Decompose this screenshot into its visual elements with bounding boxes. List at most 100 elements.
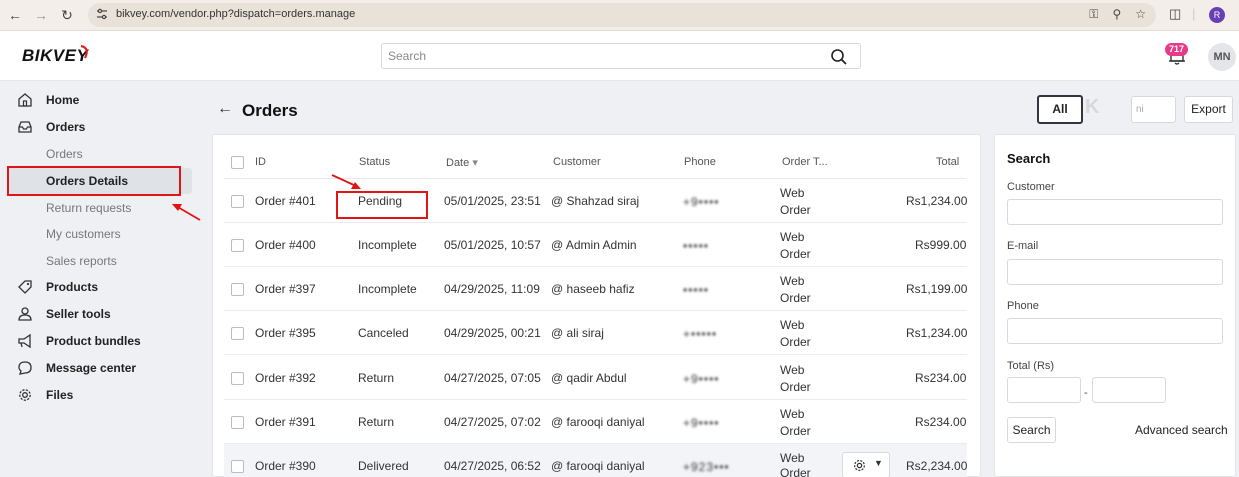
search-icon[interactable] [830, 48, 848, 66]
filter-search-button[interactable]: Search [1007, 417, 1056, 443]
row-checkbox[interactable] [231, 239, 244, 252]
row-checkbox[interactable] [231, 416, 244, 429]
phone-label: Phone [1007, 300, 1039, 312]
export-button[interactable]: Export [1184, 96, 1233, 123]
gear-icon [19, 389, 31, 401]
sidebar-sub-orders[interactable]: Orders [8, 141, 192, 167]
sidebar-sub-my-customers[interactable]: My customers [8, 221, 192, 247]
order-type-line1: Web [780, 274, 805, 288]
order-type-line1: Web [780, 318, 805, 332]
sidebar-item-product-bundles[interactable]: Product bundles [8, 328, 192, 354]
bookmark-star-icon[interactable]: ☆ [1135, 7, 1146, 22]
forward-icon[interactable]: → [32, 6, 50, 24]
column-header-phone[interactable]: Phone [684, 156, 716, 168]
phone-field[interactable] [1007, 318, 1223, 344]
select-all-checkbox[interactable] [231, 156, 244, 169]
total-min-field[interactable] [1007, 377, 1081, 403]
sidebar-sub-return-requests[interactable]: Return requests [8, 195, 192, 221]
order-id-link[interactable]: Order #392 [255, 371, 316, 385]
column-header-total[interactable]: Total [936, 156, 959, 168]
order-id-link[interactable]: Order #397 [255, 282, 316, 296]
column-header-id[interactable]: ID [255, 156, 266, 168]
order-status[interactable]: Return [358, 371, 394, 385]
sidebar-item-seller-tools[interactable]: Seller tools [8, 301, 192, 327]
sidebar-item-orders[interactable]: Orders [8, 114, 192, 140]
sidebar-item-files[interactable]: Files [8, 382, 192, 408]
browser-toolbar: ← → ↻ bikvey.com/vendor.php?dispatch=ord… [0, 0, 1239, 31]
back-arrow-icon[interactable]: ← [217, 100, 233, 118]
order-id-link[interactable]: Order #391 [255, 415, 316, 429]
column-header-order-type[interactable]: Order T... [782, 156, 828, 168]
order-customer-link[interactable]: @ haseeb hafiz [551, 282, 635, 296]
order-customer-link[interactable]: @ qadir Abdul [551, 371, 627, 385]
email-field[interactable] [1007, 259, 1223, 285]
browser-profile-avatar[interactable]: R [1209, 7, 1225, 23]
order-phone-redacted: +9•••• [683, 195, 720, 209]
customer-field[interactable] [1007, 199, 1223, 225]
site-settings-icon[interactable] [96, 8, 108, 20]
order-customer-link[interactable]: @ ali siraj [551, 326, 604, 340]
row-checkbox[interactable] [231, 195, 244, 208]
back-icon[interactable]: ← [6, 6, 24, 24]
column-header-date-label: Date [446, 157, 470, 169]
order-type-line1: Web [780, 230, 805, 244]
order-phone-redacted: ••••• [683, 283, 710, 297]
sidebar-item-message-center[interactable]: Message center [8, 355, 192, 381]
order-phone-redacted: ••••• [683, 239, 710, 253]
order-date: 04/29/2025, 11:09 [444, 282, 540, 296]
sidebar-item-label: Orders [46, 120, 86, 134]
order-id-link[interactable]: Order #400 [255, 238, 316, 252]
extensions-icon[interactable]: ◫ [1169, 6, 1181, 22]
address-bar[interactable]: bikvey.com/vendor.php?dispatch=orders.ma… [88, 3, 1156, 27]
order-type-line1: Web [780, 363, 805, 377]
row-actions-button[interactable]: ▼ [842, 452, 890, 477]
sidebar-sub-sales-reports[interactable]: Sales reports [8, 248, 192, 274]
order-type-line1: Web [780, 186, 805, 200]
column-header-customer[interactable]: Customer [553, 156, 601, 168]
zoom-icon[interactable]: ⚲ [1112, 7, 1121, 22]
reload-icon[interactable]: ↻ [58, 6, 76, 24]
annotation-box-sidebar [7, 166, 181, 196]
order-customer-link[interactable]: @ Shahzad siraj [551, 194, 639, 208]
row-checkbox[interactable] [231, 283, 244, 296]
order-status[interactable]: Return [358, 415, 394, 429]
order-phone-redacted: +••••• [683, 327, 718, 341]
order-id-link[interactable]: Order #390 [255, 459, 316, 473]
order-customer-link[interactable]: @ farooqi daniyal [551, 459, 645, 473]
range-separator: - [1084, 387, 1088, 399]
row-checkbox[interactable] [231, 327, 244, 340]
column-header-status[interactable]: Status [359, 156, 390, 168]
column-header-date[interactable]: Date ▾ [446, 156, 478, 169]
total-max-field[interactable] [1092, 377, 1166, 403]
row-checkbox[interactable] [231, 372, 244, 385]
sidebar-item-products[interactable]: Products [8, 274, 192, 300]
order-customer-link[interactable]: @ farooqi daniyal [551, 415, 645, 429]
sidebar-item-home[interactable]: Home [8, 87, 192, 113]
order-id-link[interactable]: Order #395 [255, 326, 316, 340]
sidebar-item-label: Files [46, 388, 74, 402]
password-key-icon[interactable]: ⚿ [1089, 7, 1098, 22]
sidebar-item-label: Products [46, 280, 99, 294]
order-phone-redacted: +923••• [683, 460, 730, 474]
search-input[interactable] [382, 44, 802, 68]
order-status[interactable]: Incomplete [358, 282, 417, 296]
order-id-link[interactable]: Order #401 [255, 194, 316, 208]
order-status[interactable]: Delivered [358, 459, 409, 473]
ghost-input-field[interactable]: ni [1131, 96, 1176, 123]
advanced-search-link[interactable]: Advanced search [1135, 423, 1228, 437]
order-type-line2: Order [780, 424, 811, 438]
sidebar-item-label: Message center [46, 361, 137, 375]
user-avatar[interactable]: MN [1208, 43, 1236, 71]
sort-caret-icon: ▾ [472, 157, 478, 169]
filter-panel-title: Search [1007, 151, 1051, 166]
order-status[interactable]: Incomplete [358, 238, 417, 252]
customer-label: Customer [1007, 181, 1055, 193]
inbox-icon [18, 121, 32, 133]
row-checkbox[interactable] [231, 460, 244, 473]
tag-icon [18, 280, 32, 294]
order-status[interactable]: Canceled [358, 326, 409, 340]
order-customer-link[interactable]: @ Admin Admin [551, 238, 637, 252]
all-button[interactable]: All [1037, 95, 1083, 124]
order-phone-redacted: +9•••• [683, 372, 720, 386]
order-date: 04/27/2025, 06:52 [444, 459, 541, 473]
